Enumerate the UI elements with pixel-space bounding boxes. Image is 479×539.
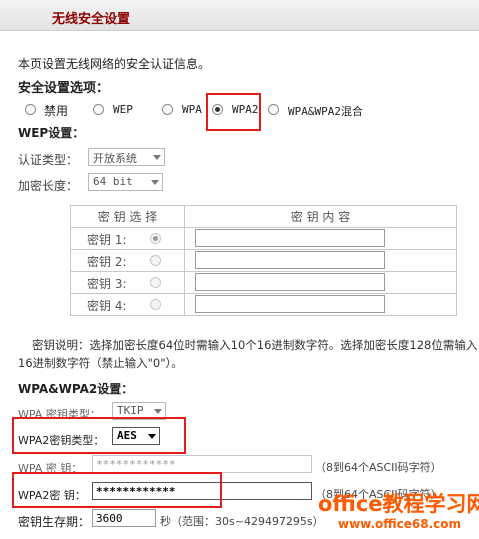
table-row: 密钥 4: — [70, 293, 457, 316]
auth-type-select[interactable]: 开放系统 — [88, 148, 165, 166]
table-row: 密钥 2: — [70, 249, 457, 272]
wpa-key-hint: （8到64个ASCII码字符） — [315, 461, 442, 474]
radio-wpa-wpa2-mixed-label: WPA&WPA2混合 — [288, 105, 363, 118]
radio-disable-label: 禁用 — [44, 104, 69, 118]
key-4-radio[interactable] — [150, 299, 161, 310]
key-content-cell — [184, 249, 457, 272]
key-2-radio[interactable] — [150, 255, 161, 266]
highlight-box-wpa2 — [206, 93, 261, 131]
key-3-radio[interactable] — [150, 277, 161, 288]
key-label: 密钥 3: — [87, 277, 127, 291]
col-key-content: 密 钥 内 容 — [184, 205, 457, 228]
key-label: 密钥 4: — [87, 299, 127, 313]
enc-length-label: 加密长度： — [18, 179, 79, 193]
radio-wep[interactable] — [93, 104, 104, 115]
radio-wpa[interactable] — [162, 104, 173, 115]
key-2-input[interactable] — [195, 251, 385, 269]
highlight-box-wpa2-key — [12, 472, 222, 508]
col-key-select: 密 钥 选 择 — [70, 205, 185, 228]
wep-heading: WEP设置： — [18, 126, 85, 140]
key-1-radio[interactable] — [150, 233, 161, 244]
key-select-cell: 密钥 2: — [70, 249, 185, 272]
wpa-key-input[interactable]: ************ — [92, 455, 312, 473]
wpa-keytype-value: TKIP — [117, 404, 144, 417]
table-row: 密钥 3: — [70, 271, 457, 294]
key-label: 密钥 1: — [87, 233, 127, 247]
auth-type-value: 开放系统 — [93, 152, 137, 165]
key-4-input[interactable] — [195, 295, 385, 313]
auth-type-label: 认证类型： — [18, 153, 79, 167]
page-title: 无线安全设置 — [52, 12, 131, 27]
wpa-heading: WPA&WPA2设置： — [18, 382, 134, 396]
key-content-cell — [184, 293, 457, 316]
lifetime-input[interactable]: 3600 — [92, 509, 156, 527]
key-select-cell: 密钥 3: — [70, 271, 185, 294]
key-label: 密钥 2: — [87, 255, 127, 269]
key-note-line1: 密钥说明：选择加密长度64位时需输入10个16进制数字符。选择加密长度128位需… — [32, 338, 478, 352]
wep-key-table: 密 钥 选 择 密 钥 内 容 密钥 1: 密钥 2: 密钥 3: 密钥 4: — [70, 205, 457, 316]
chevron-down-icon — [151, 180, 159, 185]
security-heading: 安全设置选项： — [18, 81, 110, 96]
lifetime-hint: 秒（范围：30s~429497295s） — [160, 515, 324, 528]
key-content-cell — [184, 271, 457, 294]
radio-wpa-label: WPA — [182, 103, 202, 116]
highlight-box-wpa2-keytype — [12, 417, 186, 454]
intro-text: 本页设置无线网络的安全认证信息。 — [18, 57, 211, 71]
key-select-cell: 密钥 4: — [70, 293, 185, 316]
radio-disable[interactable] — [25, 104, 36, 115]
enc-length-select[interactable]: 64 bit — [88, 173, 163, 191]
radio-wep-label: WEP — [113, 103, 133, 116]
enc-length-value: 64 bit — [93, 175, 133, 188]
table-header-row: 密 钥 选 择 密 钥 内 容 — [70, 205, 457, 228]
key-select-cell: 密钥 1: — [70, 227, 185, 250]
title-bar: 无线安全设置 — [0, 0, 479, 31]
radio-wpa-wpa2-mixed[interactable] — [268, 104, 279, 115]
table-row: 密钥 1: — [70, 227, 457, 250]
watermark-logo-text: office教程学习网 — [318, 492, 479, 516]
chevron-down-icon — [153, 155, 161, 160]
key-3-input[interactable] — [195, 273, 385, 291]
key-1-input[interactable] — [195, 229, 385, 247]
lifetime-label: 密钥生存期： — [18, 515, 91, 529]
key-note-line2: 16进制数字符（禁止输入"0"）。 — [18, 356, 183, 370]
chevron-down-icon — [154, 409, 162, 414]
key-content-cell — [184, 227, 457, 250]
watermark-url: www.office68.com — [338, 517, 462, 531]
